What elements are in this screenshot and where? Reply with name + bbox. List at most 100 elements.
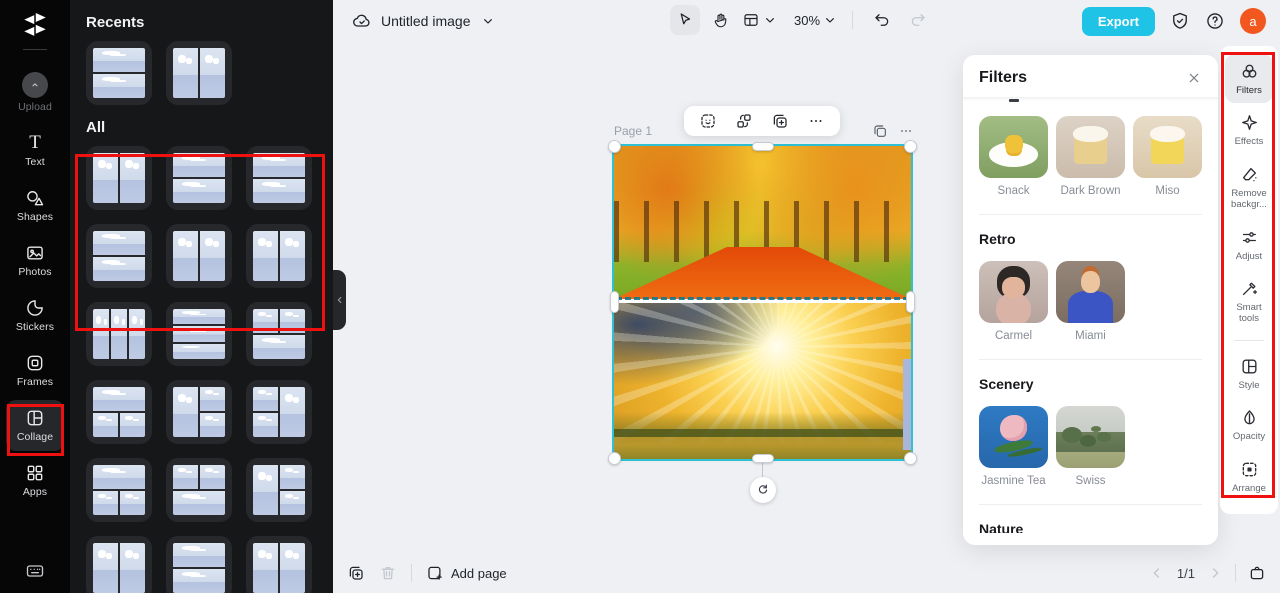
collage-photo-sunset-field[interactable] [614,303,911,459]
redo-button[interactable] [903,5,933,35]
sidebar-item-label: Upload [18,101,52,113]
panel-collapse-tab[interactable] [333,270,346,330]
replace-icon[interactable] [732,109,756,133]
template-preview [253,387,305,437]
collage-template-rows-2[interactable] [166,536,232,593]
collage-template-cols-2[interactable] [86,146,152,210]
more-options-icon[interactable] [804,109,828,133]
collage-template-cols-2[interactable] [246,536,312,593]
hand-tool-button[interactable] [706,5,736,35]
selection-handle-top-right[interactable] [904,140,917,153]
layout-tool-button[interactable] [742,11,778,29]
collage-template-top1-bottom2[interactable] [86,380,152,444]
select-tool-button[interactable] [670,5,700,35]
tool-opacity[interactable]: Opacity [1225,400,1273,449]
selection-handle-bottom[interactable] [752,454,774,463]
canvas-page[interactable] [612,144,913,461]
filter-item-miso[interactable]: Miso [1133,116,1202,197]
tool-effects[interactable]: Effects [1225,105,1273,154]
workspace-box-icon[interactable] [1248,564,1266,582]
filters-scroll-area[interactable]: Snack Dark Brown Miso Retro Carmel Miami Scene… [963,97,1218,533]
collage-template-cols-2[interactable] [86,536,152,593]
collage-template-rows-2[interactable] [246,146,312,210]
filter-item-miami[interactable]: Miami [1056,261,1125,342]
sidebar-item-frames[interactable]: Frames [6,345,64,396]
capcut-logo[interactable] [20,0,50,45]
template-cell [120,491,145,515]
selection-handle-top-left[interactable] [608,140,621,153]
collage-cell-divider[interactable] [616,297,909,300]
tool-filters[interactable]: Filters [1225,54,1273,104]
collage-template-top1-bottom2[interactable] [86,458,152,522]
document-title[interactable]: Untitled image [381,13,471,29]
next-page-icon[interactable] [1207,565,1223,581]
template-background-strip [903,359,911,450]
zoom-level-dropdown[interactable]: 30% [794,12,838,28]
collage-template-left2-right1[interactable] [246,380,312,444]
tool-smart-tools[interactable]: Smart tools [1225,271,1273,332]
collage-template-left1-right2[interactable] [246,458,312,522]
sidebar-item-label: Photos [18,266,52,278]
sidebar-item-apps[interactable]: Apps [6,455,64,506]
sidebar-item-upload[interactable]: Upload [6,64,64,121]
undo-button[interactable] [867,5,897,35]
collage-template-cols-3[interactable] [86,302,152,366]
delete-page-button[interactable] [379,564,397,582]
sidebar-item-photos[interactable]: Photos [6,235,64,286]
filter-item-carmel[interactable]: Carmel [979,261,1048,342]
filter-thumbnail-miso [1133,116,1202,178]
template-cell [253,387,278,411]
collage-template-rows-2[interactable] [86,41,152,105]
page-more-icon[interactable] [898,123,914,139]
shield-check-icon[interactable] [1170,11,1190,31]
sidebar-item-stickers[interactable]: Stickers [6,290,64,341]
duplicate-icon[interactable] [768,109,792,133]
template-cell [129,309,145,359]
collage-template-rows-2[interactable] [166,146,232,210]
tool-style[interactable]: Style [1225,349,1273,398]
collage-template-left1-right2[interactable] [166,380,232,444]
previous-page-icon[interactable] [1149,565,1165,581]
export-button[interactable]: Export [1081,6,1155,36]
close-icon[interactable] [1186,70,1202,86]
title-chevron-down-icon[interactable] [480,13,496,29]
selection-handle-left[interactable] [610,291,619,313]
select-area-icon[interactable] [696,109,720,133]
filter-thumbnail-jasmine [979,406,1048,468]
rotate-handle[interactable] [750,477,776,503]
collage-template-cols-2[interactable] [166,224,232,288]
tool-adjust[interactable]: Adjust [1225,220,1273,269]
template-cell [173,569,225,593]
sidebar-item-shapes[interactable]: Shapes [6,180,64,231]
filter-thumbnail-miami [1056,261,1125,323]
template-cell [93,48,145,72]
tool-arrange[interactable]: Arrange [1225,452,1273,501]
collage-template-top2-bottom1[interactable] [166,458,232,522]
sidebar-item-text[interactable]: T Text [6,125,64,176]
duplicate-page-button[interactable] [347,564,365,582]
selection-handle-bottom-right[interactable] [904,452,917,465]
duplicate-page-icon[interactable] [872,123,888,139]
collage-template-cols-2[interactable] [166,41,232,105]
collage-template-rows-3[interactable] [166,302,232,366]
filter-item-snack[interactable]: Snack [979,116,1048,197]
collage-photo-autumn-alley[interactable] [614,146,911,299]
add-page-button[interactable]: Add page [426,564,507,582]
user-avatar[interactable]: a [1240,8,1266,34]
template-cell [200,413,225,437]
selection-handle-right[interactable] [906,291,915,313]
app-window: Upload T Text Shapes Photos Stickers Frames Col… [0,0,1280,593]
selection-handle-bottom-left[interactable] [608,452,621,465]
filter-item-darkbrown[interactable]: Dark Brown [1056,116,1125,197]
template-cell [253,309,278,333]
filter-item-swiss[interactable]: Swiss [1056,406,1125,487]
filter-item-jasmine[interactable]: Jasmine Tea [979,406,1048,487]
collage-template-top2-bottom1[interactable] [246,302,312,366]
collage-template-rows-2[interactable] [86,224,152,288]
help-icon[interactable] [1205,11,1225,31]
sidebar-item-collage[interactable]: Collage [6,400,64,451]
tool-remove-background[interactable]: Remove backgr... [1225,157,1273,218]
collage-template-cols-2[interactable] [246,224,312,288]
selection-handle-top[interactable] [752,142,774,151]
keyboard-shortcuts-icon[interactable] [25,561,45,593]
